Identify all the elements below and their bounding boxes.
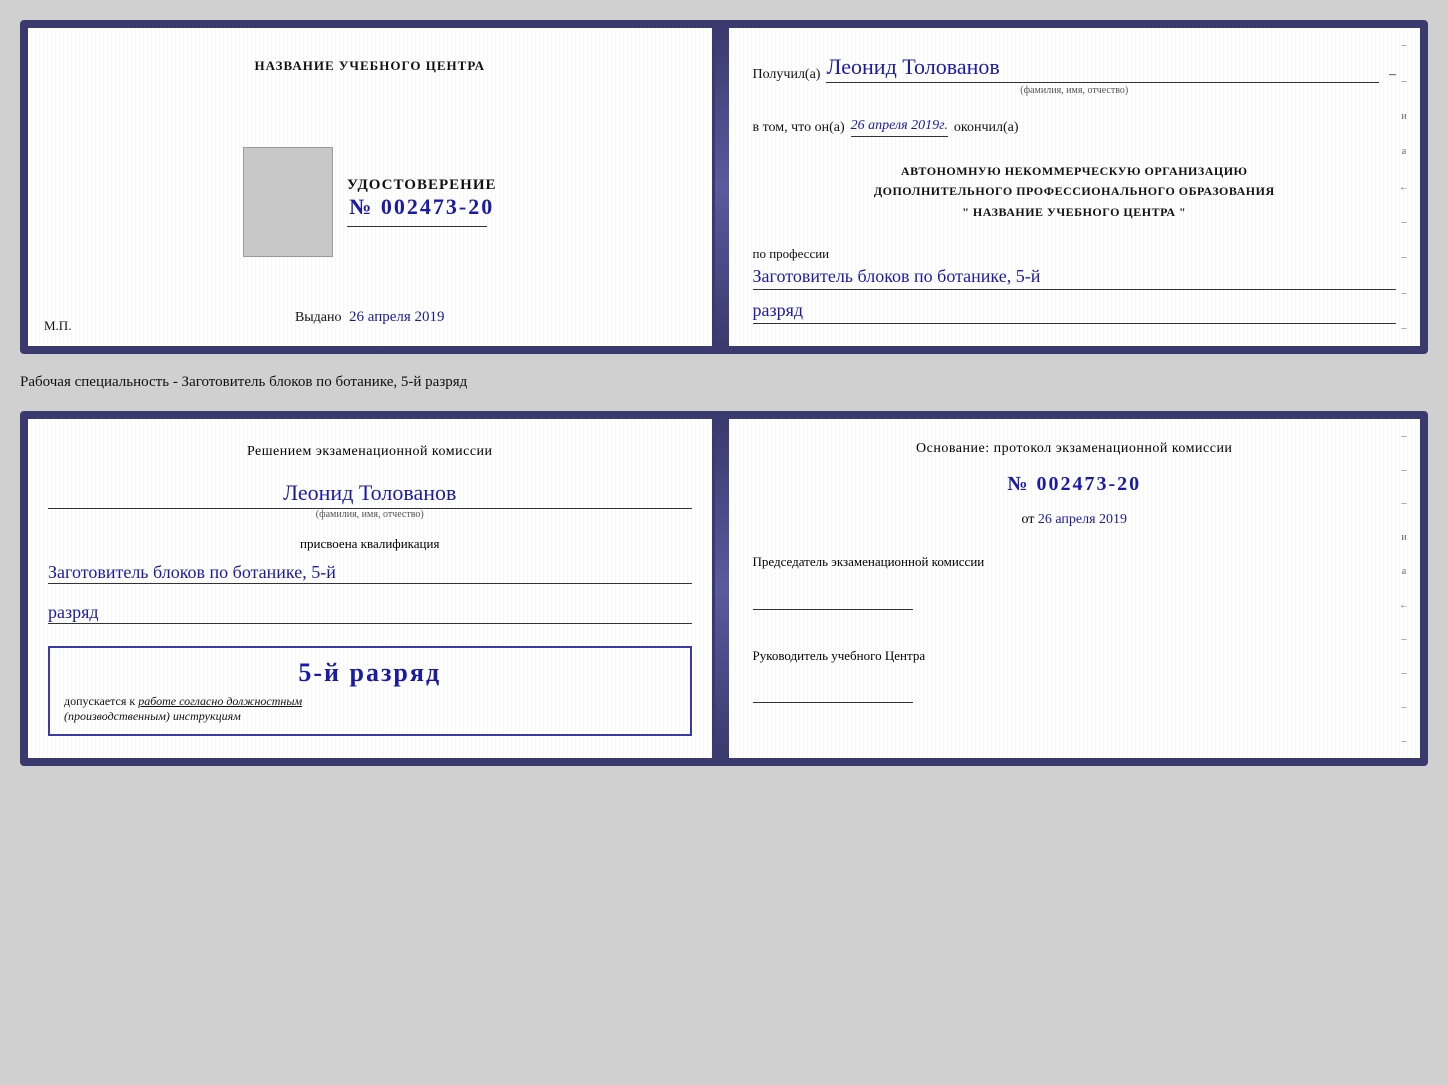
basis-number: № 002473-20	[753, 473, 1397, 496]
recipient-sub: (фамилия, имя, отчество)	[753, 85, 1397, 96]
right-margin: – – и а ← – – – –	[1396, 28, 1412, 346]
issued-label: Выдано	[295, 310, 342, 325]
org-block: АВТОНОМНУЮ НЕКОММЕРЧЕСКУЮ ОРГАНИЗАЦИЮ ДО…	[753, 161, 1397, 222]
bottom-doc-left: Решением экзаменационной комиссии Леонид…	[28, 419, 715, 758]
org-line1: АВТОНОМНУЮ НЕКОММЕРЧЕСКУЮ ОРГАНИЗАЦИЮ	[753, 161, 1397, 181]
top-document: НАЗВАНИЕ УЧЕБНОГО ЦЕНТРА УДОСТОВЕРЕНИЕ №…	[20, 20, 1428, 354]
profession-label: по профессии	[753, 246, 1397, 262]
chairman-label: Председатель экзаменационной комиссии	[753, 552, 1397, 572]
date-label: в том, что он(а)	[753, 120, 845, 136]
mp-label: М.П.	[44, 318, 71, 334]
profession-name: Заготовитель блоков по ботанике, 5-й	[753, 266, 1397, 290]
date-line: в том, что он(а) 26 апреля 2019г. окончи…	[753, 118, 1397, 137]
recipient-label: Получил(а)	[753, 67, 821, 83]
cert-title-block: УДОСТОВЕРЕНИЕ № 002473-20	[347, 177, 497, 227]
date-suffix: окончил(а)	[954, 120, 1019, 136]
profession-block: по профессии Заготовитель блоков по бота…	[753, 246, 1397, 324]
date-value: 26 апреля 2019г.	[851, 118, 948, 137]
stamp-box: 5-й разряд допускается к работе согласно…	[48, 646, 692, 736]
qualification-label: присвоена квалификация	[48, 536, 692, 552]
rank2-value: разряд	[48, 602, 692, 624]
stamp-label: допускается к	[64, 694, 135, 708]
cert-title-main: УДОСТОВЕРЕНИЕ	[347, 177, 497, 194]
stamp-desc: допускается к работе согласно должностны…	[64, 694, 676, 709]
bottom-document: Решением экзаменационной комиссии Леонид…	[20, 411, 1428, 766]
director-block: Руководитель учебного Центра	[753, 646, 1397, 708]
basis-date-prefix: от	[1021, 512, 1034, 527]
director-sig-line	[753, 683, 913, 703]
chairman-sig-line	[753, 590, 913, 610]
photo-placeholder	[243, 147, 333, 257]
top-doc-right: Получил(а) Леонид Толованов – (фамилия, …	[729, 28, 1421, 346]
recipient-block: Получил(а) Леонид Толованов – (фамилия, …	[753, 50, 1397, 96]
top-center-label: НАЗВАНИЕ УЧЕБНОГО ЦЕНТРА	[254, 58, 485, 74]
page-wrapper: НАЗВАНИЕ УЧЕБНОГО ЦЕНТРА УДОСТОВЕРЕНИЕ №…	[20, 20, 1428, 766]
basis-date: от 26 апреля 2019	[753, 512, 1397, 528]
issued-line: Выдано 26 апреля 2019	[295, 309, 445, 326]
specialty-text: Рабочая специальность - Заготовитель бло…	[20, 372, 1428, 393]
issued-date: 26 апреля 2019	[349, 309, 445, 325]
person-sub: (фамилия, имя, отчество)	[48, 509, 692, 520]
stamp-italic: (производственным) инструкциям	[64, 709, 676, 724]
stamp-work: работе согласно должностным	[138, 694, 302, 708]
qualification-name: Заготовитель блоков по ботанике, 5-й	[48, 562, 692, 584]
stamp-rank: 5-й разряд	[64, 658, 676, 688]
person-name-large: Леонид Толованов	[48, 480, 692, 509]
spine-top	[715, 28, 729, 346]
cert-number: № 002473-20	[347, 194, 497, 220]
spine-bottom	[715, 419, 729, 758]
chairman-block: Председатель экзаменационной комиссии	[753, 552, 1397, 614]
bottom-doc-right: Основание: протокол экзаменационной коми…	[729, 419, 1421, 758]
rank-value: разряд	[753, 300, 1397, 324]
basis-title: Основание: протокол экзаменационной коми…	[753, 441, 1397, 457]
recipient-name: Леонид Толованов	[826, 54, 1379, 83]
right-margin-bottom: – – – и а ← – – – –	[1396, 419, 1412, 758]
basis-date-value: 26 апреля 2019	[1038, 512, 1127, 527]
director-label: Руководитель учебного Центра	[753, 646, 1397, 666]
top-doc-left: НАЗВАНИЕ УЧЕБНОГО ЦЕНТРА УДОСТОВЕРЕНИЕ №…	[28, 28, 715, 346]
org-line2: ДОПОЛНИТЕЛЬНОГО ПРОФЕССИОНАЛЬНОГО ОБРАЗО…	[753, 181, 1397, 201]
org-line3: " НАЗВАНИЕ УЧЕБНОГО ЦЕНТРА "	[753, 202, 1397, 222]
recipient-line: Получил(а) Леонид Толованов –	[753, 54, 1397, 83]
decision-text: Решением экзаменационной комиссии	[48, 441, 692, 462]
